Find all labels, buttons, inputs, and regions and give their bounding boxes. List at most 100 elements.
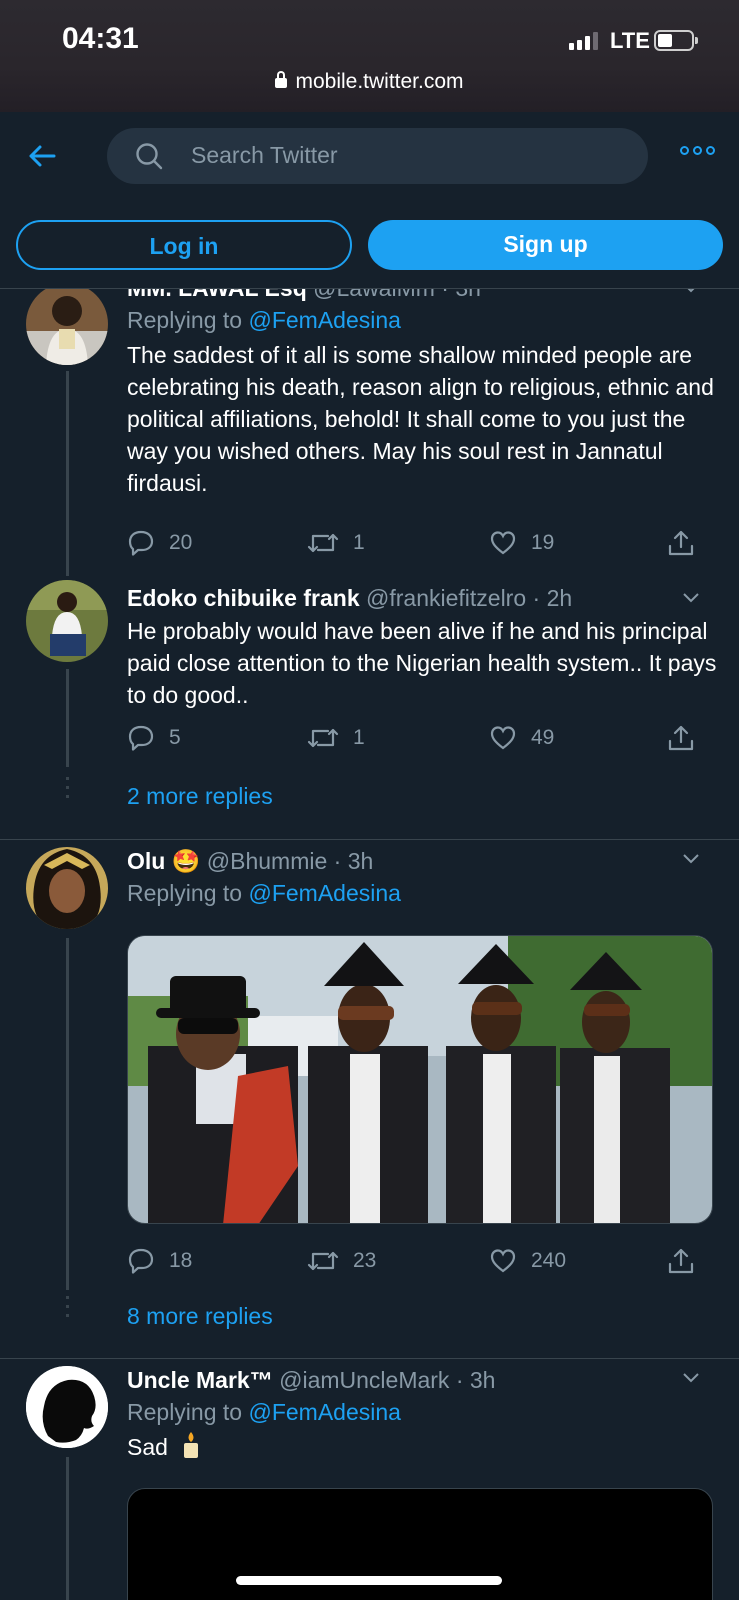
thread-dots [66, 777, 69, 804]
chevron-down-icon[interactable] [681, 848, 701, 868]
like-count: 49 [531, 726, 555, 749]
retweet-button[interactable]: 1 [307, 724, 365, 752]
avatar[interactable] [26, 1366, 108, 1448]
signup-button[interactable]: Sign up [368, 220, 723, 270]
reply-icon [128, 1248, 154, 1274]
share-button[interactable] [667, 724, 695, 752]
thread-line [66, 371, 69, 576]
tweet-actions: 18 23 240 [127, 1247, 712, 1281]
tweet-text: Sad [127, 1434, 168, 1460]
separator: · [455, 1367, 464, 1393]
share-icon [668, 725, 694, 751]
search-icon [136, 143, 163, 170]
avatar[interactable] [26, 289, 108, 365]
share-button[interactable] [667, 529, 695, 557]
reply-button[interactable]: 20 [127, 529, 192, 557]
candle-icon [184, 1432, 199, 1458]
like-button[interactable]: 49 [489, 724, 554, 752]
tweet-time[interactable]: 2h [547, 585, 573, 611]
tweet-actions: 5 1 49 [127, 724, 712, 758]
heart-icon [490, 1249, 516, 1273]
tweet-time[interactable]: 3h [455, 289, 481, 301]
retweet-button[interactable]: 1 [307, 529, 365, 557]
tweet-time[interactable]: 3h [348, 848, 374, 874]
separator: · [441, 289, 449, 301]
status-bar: 04:31 LTE mobile.twitter.com [0, 0, 739, 112]
retweet-icon [307, 728, 339, 748]
mention-link[interactable]: @FemAdesina [248, 1399, 400, 1425]
retweet-count: 23 [353, 1249, 377, 1272]
author-name[interactable]: Edoko chibuike frank [127, 585, 360, 611]
network-label: LTE [610, 28, 650, 53]
url-text: mobile.twitter.com [295, 70, 464, 93]
avatar[interactable] [26, 580, 108, 662]
mention-link[interactable]: @FemAdesina [248, 880, 400, 906]
address-bar[interactable]: mobile.twitter.com [0, 70, 739, 94]
share-icon [668, 530, 694, 556]
replies-feed: MM. LAWAL Esq @LawalMm · 3h Replying to … [0, 289, 739, 1600]
author-name[interactable]: MM. LAWAL Esq [127, 289, 307, 301]
like-count: 19 [531, 531, 555, 554]
author-handle[interactable]: @Bhummie [207, 848, 328, 874]
reply-count: 5 [169, 726, 181, 749]
more-replies-link[interactable]: 2 more replies [127, 783, 273, 810]
tweet-actions: 20 1 19 [127, 529, 712, 563]
tweet-text: He probably would have been alive if he … [127, 618, 717, 708]
mention-link[interactable]: @FemAdesina [248, 307, 400, 333]
tweet[interactable]: MM. LAWAL Esq @LawalMm · 3h Replying to … [0, 289, 739, 576]
twitter-header: Search Twitter Log in Sign up [0, 112, 739, 289]
share-icon [668, 1248, 694, 1274]
thread-line [66, 669, 69, 767]
tweet[interactable]: Olu 🤩 @Bhummie · 3h Replying to @FemAdes… [0, 840, 739, 1329]
reply-icon [128, 530, 154, 556]
author-handle[interactable]: @LawalMm [313, 289, 435, 301]
replying-label: Replying to [127, 880, 243, 906]
retweet-icon [307, 533, 339, 553]
reply-button[interactable]: 5 [127, 724, 181, 752]
share-button[interactable] [667, 1247, 695, 1275]
replying-label: Replying to [127, 1399, 243, 1425]
more-options-icon[interactable] [680, 146, 715, 155]
thread-dots [66, 1296, 69, 1323]
more-replies-link[interactable]: 8 more replies [127, 1303, 273, 1330]
search-placeholder: Search Twitter [191, 142, 338, 168]
author-name[interactable]: Uncle Mark™ [127, 1367, 273, 1393]
separator: · [333, 848, 342, 874]
retweet-button[interactable]: 23 [307, 1247, 376, 1275]
author-name[interactable]: Olu [127, 848, 165, 874]
reply-icon [128, 725, 154, 751]
thread-line [66, 938, 69, 1290]
retweet-icon [307, 1251, 339, 1271]
like-count: 240 [531, 1249, 567, 1272]
chevron-down-icon[interactable] [681, 1367, 701, 1387]
like-button[interactable]: 240 [489, 1247, 566, 1275]
lock-icon [275, 71, 288, 88]
tweet-image[interactable] [127, 935, 713, 1224]
reply-button[interactable]: 18 [127, 1247, 192, 1275]
login-button[interactable]: Log in [16, 220, 352, 270]
tweet-text-row: Sad [127, 1431, 717, 1463]
tweet-text: The saddest of it all is some shallow mi… [127, 342, 714, 496]
author-handle[interactable]: @frankiefitzelro [366, 585, 526, 611]
battery-icon [654, 30, 698, 51]
like-button[interactable]: 19 [489, 529, 554, 557]
retweet-count: 1 [353, 726, 365, 749]
tweet[interactable]: Edoko chibuike frank @frankiefitzelro · … [0, 577, 739, 817]
home-indicator[interactable] [236, 1576, 502, 1585]
reply-count: 20 [169, 531, 193, 554]
separator: · [532, 585, 541, 611]
chevron-down-icon[interactable] [681, 289, 701, 297]
star-struck-emoji: 🤩 [171, 848, 201, 874]
retweet-count: 1 [353, 531, 365, 554]
author-handle[interactable]: @iamUncleMark [279, 1367, 449, 1393]
search-input[interactable]: Search Twitter [107, 128, 648, 184]
tweet[interactable]: Uncle Mark™ @iamUncleMark · 3h Replying … [0, 1359, 739, 1600]
tweet-time[interactable]: 3h [470, 1367, 496, 1393]
status-time: 04:31 [62, 22, 139, 55]
thread-line [66, 1457, 69, 1600]
avatar[interactable] [26, 847, 108, 929]
replying-to: Replying to @FemAdesina [127, 1395, 717, 1429]
heart-icon [490, 726, 516, 750]
chevron-down-icon[interactable] [681, 587, 701, 607]
back-arrow-icon[interactable] [26, 140, 58, 172]
